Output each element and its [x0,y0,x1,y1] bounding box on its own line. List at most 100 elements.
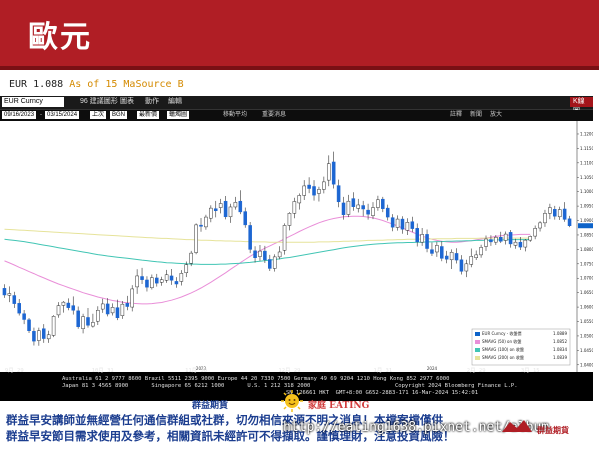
legend-value: 1.0852 [553,339,567,344]
terminal-toolbar: EUR Curncy 96 建議圖形 圖表 動作 編輯 K線圖 [0,96,593,115]
currency-field[interactable]: BGN [110,111,128,119]
candle [41,328,46,339]
candle [248,225,252,250]
candle [435,245,439,253]
chart-type-select[interactable]: 蠟燭圖 [167,111,190,119]
candle [37,330,41,341]
x-axis: 9月 29 10月 31 11月 30 12月 29 1月 31 2月 29 3月 15 [5,367,540,374]
legend-label: SMAVG (50) on 收盤 [482,338,521,344]
x-tick-label: 12月 29 [278,367,300,374]
period-button[interactable]: 上次 [90,111,107,119]
candle [179,273,184,282]
candle [469,256,474,265]
toolbar-item-edit[interactable]: 編輯 [168,97,182,107]
last-price-marker [578,223,593,229]
candle [361,205,365,210]
start-date-field[interactable]: 09/16/2023 [2,111,37,119]
candle [22,313,26,320]
candle [513,241,518,246]
candle [464,263,469,272]
candle [228,206,233,218]
candle [312,186,316,196]
y-tick-label: 1.0650 [580,290,593,295]
y-tick-label: 1.1050 [580,175,593,180]
candle [371,207,375,216]
candle [86,317,90,326]
candle [557,209,562,218]
candle [277,251,282,258]
candle [145,279,149,288]
candle [12,295,17,304]
candle [400,218,405,230]
news-menu[interactable]: 新聞 [470,111,482,119]
candle [46,334,51,340]
sun-logo-icon [281,390,303,412]
brand-name: 群益期貨 [537,425,569,435]
candle [523,239,528,248]
footer-copyright: Copyright 2024 Bloomberg Finance L.P. [395,383,518,389]
candle [297,195,302,204]
candle [96,310,100,322]
candle [135,275,139,288]
candle [356,204,361,209]
candle [66,302,71,308]
terminal-settings-bar: 09/16/2023 - 03/15/2024 上次 BGN 最新價 蠟燭圖 移… [0,110,593,121]
y-tick-label: 1.0500 [580,333,593,338]
candle [61,301,66,306]
candle [32,331,36,342]
legend-swatch [475,340,480,344]
candle [415,228,419,243]
zoom-menu[interactable]: 放大 [490,111,502,119]
slide-title: 歐元 [28,20,92,55]
annotation-menu[interactable]: 註釋 [450,111,462,119]
candle [366,209,370,215]
candle [302,185,306,196]
candle [91,322,95,327]
end-date-field[interactable]: 03/15/2024 [45,111,80,119]
x-tick-label: 9月 29 [5,367,24,374]
candle [444,255,449,260]
y-tick-label: 1.0550 [580,319,593,324]
candle [51,316,56,336]
footer-contact-line1: Australia 61 2 9777 8600 Brazil 5511 239… [62,376,450,382]
candle [331,161,336,185]
candle [326,163,331,181]
candle [155,277,159,284]
candle [204,216,208,228]
ticker-field[interactable]: EUR Curncy [2,97,64,107]
candle [390,217,395,228]
candle [56,305,61,316]
y-tick-label: 1.0800 [580,247,593,252]
news-checkbox[interactable]: 重要消息 [262,111,286,119]
y-tick-label: 1.1200 [580,131,593,136]
candle [218,203,223,208]
moving-average-checkbox[interactable]: 移動平均 [223,111,247,119]
candle [105,303,110,315]
candle [449,252,454,261]
candle [562,208,567,220]
toolbar-item-chart[interactable]: 圖表 [120,97,134,107]
y-tick-label: 1.0700 [580,276,593,281]
legend-label: SMAVG (200) on 收盤 [482,354,524,360]
candle [548,207,552,214]
candle [484,238,488,247]
legend-label: EUR Curncy - 收盤價 [482,330,522,336]
candle [287,213,292,226]
quote-source-line: EUR 1.088 As of 15 MaSource B [9,79,184,90]
candle [381,198,385,209]
candle [292,201,297,214]
candle [341,202,346,216]
candle [385,207,390,218]
candle [174,281,179,285]
toolbar-item-suggested[interactable]: 96 建議圖形 [80,97,118,107]
candle [494,237,498,243]
logo-right-cn: 家庭 [308,401,327,411]
candle [459,259,464,272]
toolbar-item-action[interactable]: 動作 [145,97,159,107]
ma-line-3 [4,228,531,243]
frequency-select[interactable]: 最新價 [137,111,160,119]
candle [209,207,213,219]
candle [159,279,164,283]
candle [538,222,542,229]
candlestick-view-button[interactable]: K線圖 [570,97,593,115]
